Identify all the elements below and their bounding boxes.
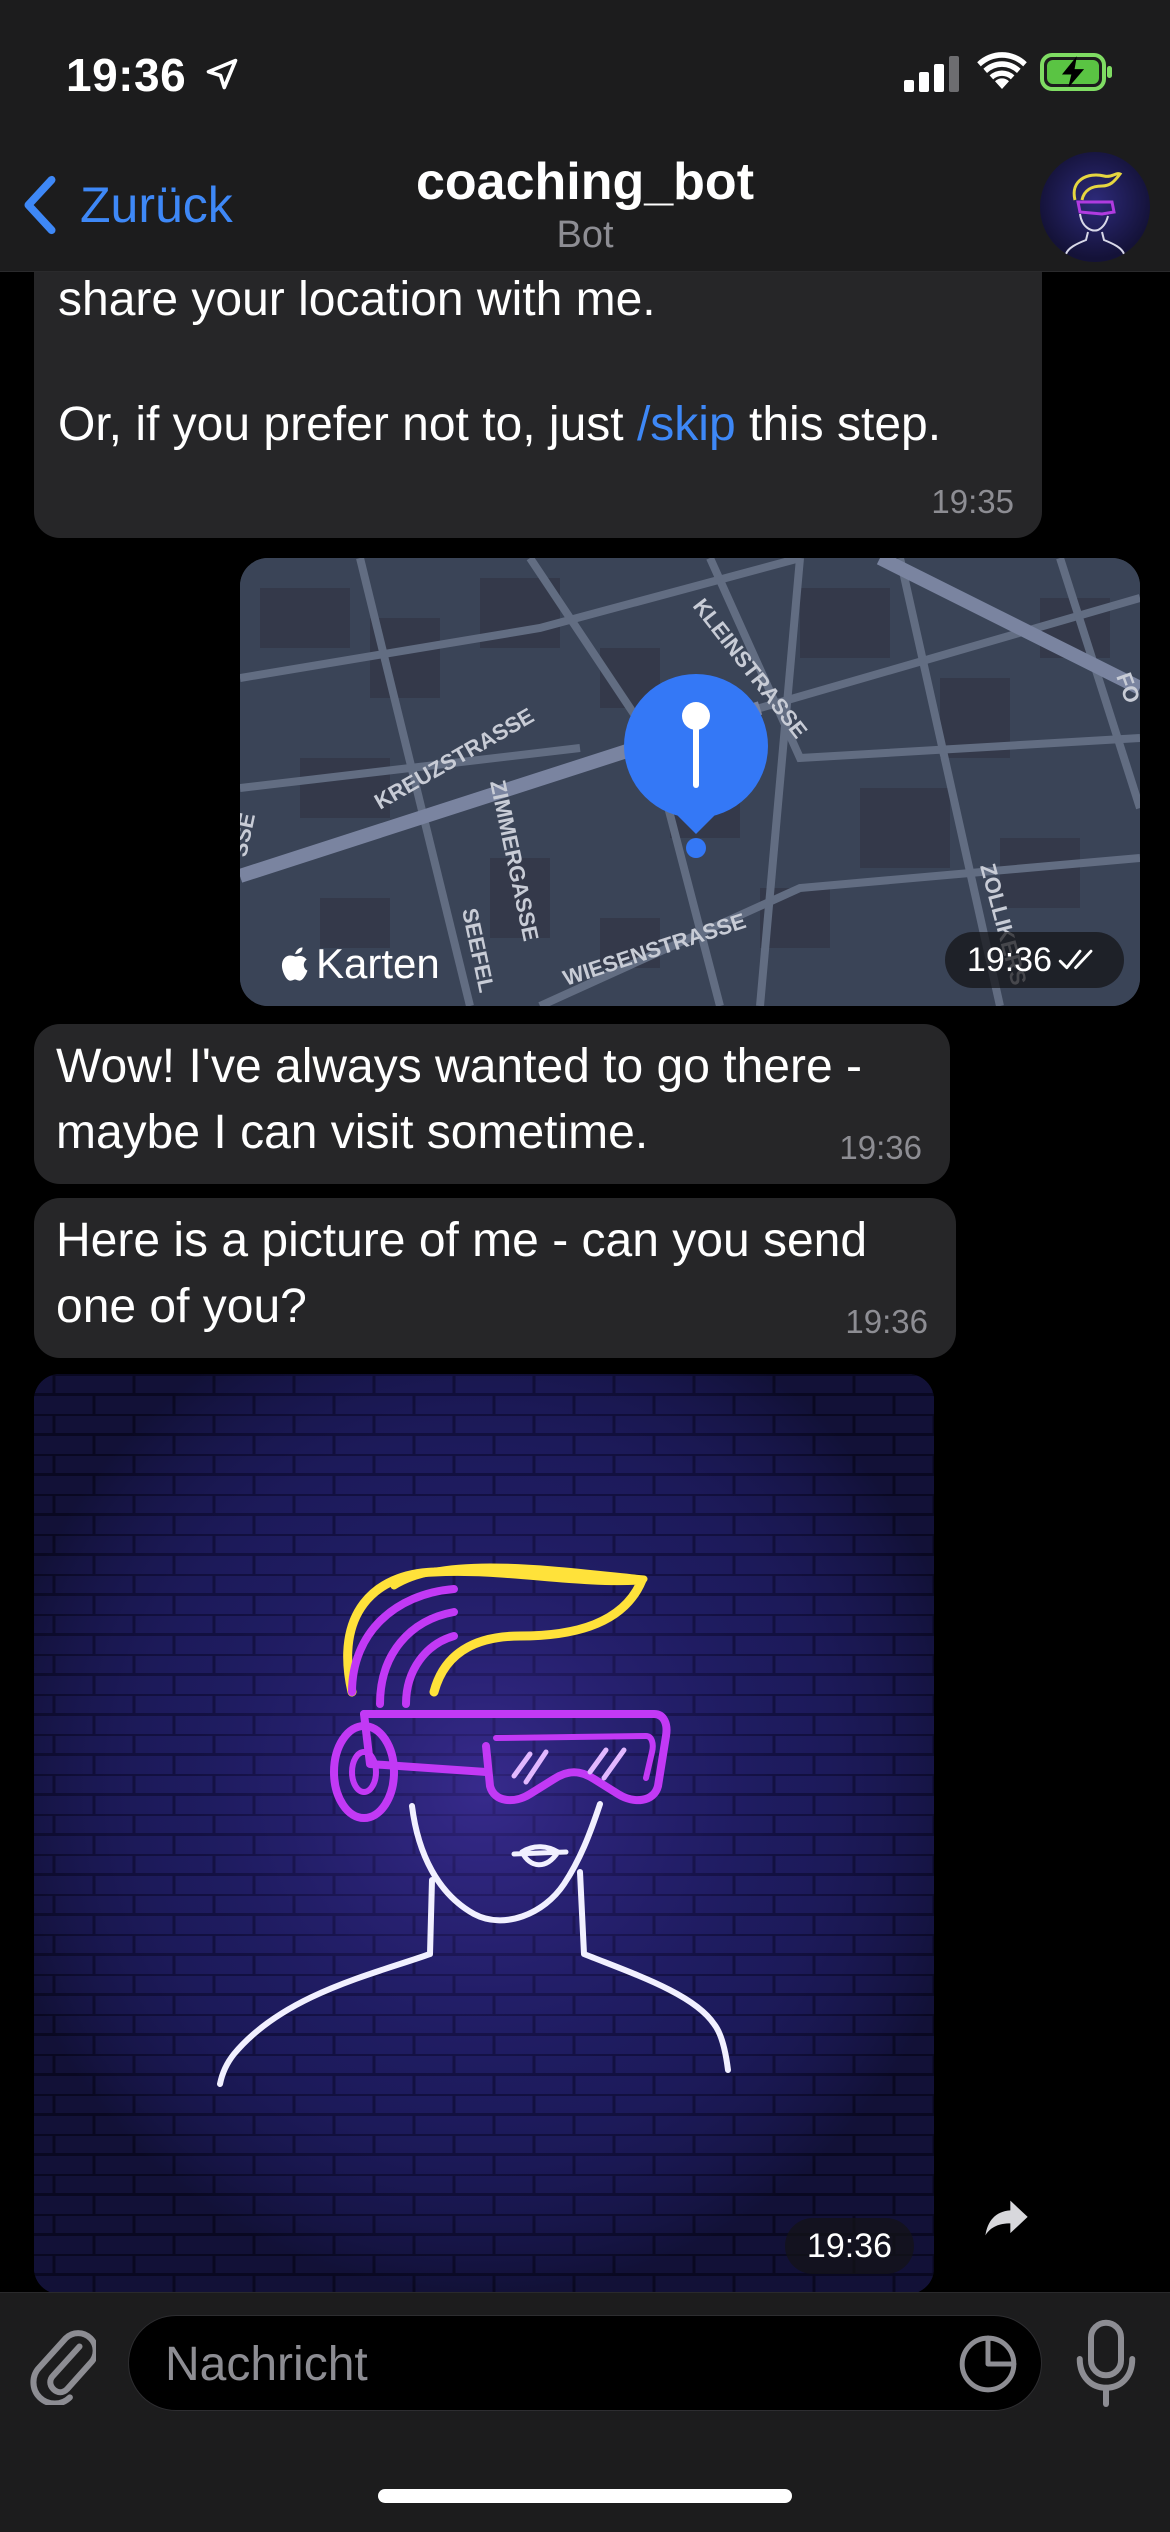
message-time-pill: 19:36 xyxy=(944,932,1124,988)
chat-subtitle: Bot xyxy=(556,214,614,256)
message-time: 19:35 xyxy=(931,483,1014,520)
neon-head-avatar-icon xyxy=(1065,172,1125,255)
map-brand: Karten xyxy=(278,940,440,988)
message-text-line: Wow! I've always wanted to go there - xyxy=(56,1040,862,1093)
skip-command-link[interactable]: /skip xyxy=(637,398,736,451)
forward-share-icon[interactable] xyxy=(980,2192,1032,2244)
top-bar: 19:36 Zurück coaching_bot Bot xyxy=(0,0,1170,272)
message-input-field[interactable] xyxy=(128,2315,1042,2412)
apple-logo-icon xyxy=(281,947,308,981)
composer-bar xyxy=(0,2292,1170,2532)
wifi-icon xyxy=(977,52,1027,89)
message-text-line: Here is a picture of me - can you send xyxy=(56,1214,868,1267)
message-text-line: share your location with me. xyxy=(58,273,656,326)
bot-avatar[interactable] xyxy=(1040,152,1150,262)
signal-icon xyxy=(904,56,959,92)
status-time: 19:36 xyxy=(66,49,187,101)
message-time: 19:36 xyxy=(845,1303,928,1340)
home-indicator xyxy=(378,2489,792,2503)
sticker-icon[interactable] xyxy=(957,2333,1019,2395)
message-text-line: Or, if you prefer not to, just /skip thi… xyxy=(58,398,942,451)
message-list[interactable]: share your location with me. Or, if you … xyxy=(0,272,1170,2292)
photo-message[interactable]: 19:36 xyxy=(34,1374,934,2292)
neon-vr-head-image xyxy=(34,1374,934,2292)
chat-title[interactable]: coaching_bot xyxy=(0,152,1170,212)
message-text-line: maybe I can visit sometime. xyxy=(56,1106,649,1159)
location-map-message[interactable]: KREUZSTRASSE KLEINSTRASSE ZIMMERGASSE WI… xyxy=(240,558,1140,1006)
message-time: 19:36 xyxy=(839,1129,922,1166)
map-brand-label: Karten xyxy=(316,940,440,987)
message-bubble-incoming[interactable]: Here is a picture of me - can you send o… xyxy=(34,1198,956,1358)
microphone-icon[interactable] xyxy=(1076,2319,1136,2409)
battery-charging-icon xyxy=(1040,53,1112,91)
message-text-line: one of you? xyxy=(56,1280,307,1333)
message-bubble-incoming[interactable]: share your location with me. Or, if you … xyxy=(34,272,1042,538)
location-arrow-icon xyxy=(206,58,238,90)
attachment-paperclip-icon[interactable] xyxy=(30,2321,96,2405)
photo-time-pill: 19:36 xyxy=(784,2218,914,2274)
read-checkmarks-icon xyxy=(1058,949,1093,970)
message-bubble-incoming[interactable]: Wow! I've always wanted to go there - ma… xyxy=(34,1024,950,1184)
message-input[interactable] xyxy=(165,2316,965,2412)
